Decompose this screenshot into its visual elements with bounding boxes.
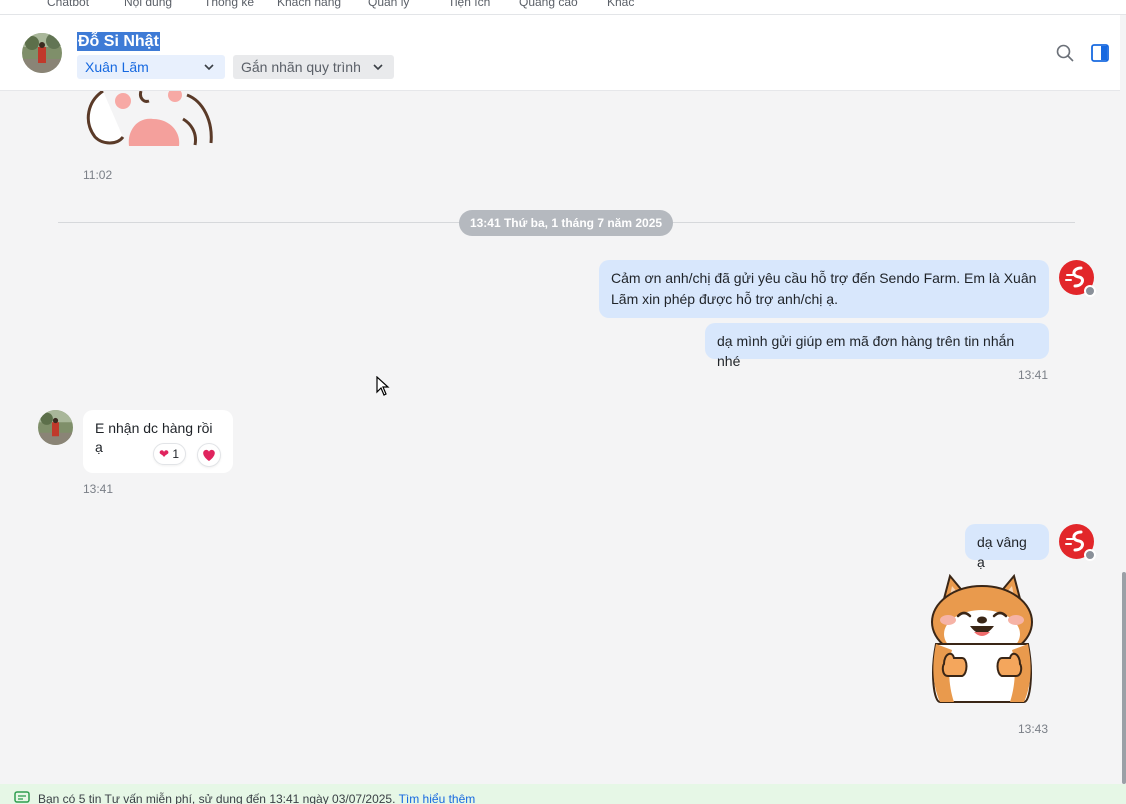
contact-avatar-small[interactable] [38,410,73,445]
reaction-count: 1 [172,447,180,461]
nav-item-chatbot[interactable]: Chatbot [47,0,89,9]
heart-icon: ❤ [159,447,170,461]
agent-mini-avatar [1084,285,1096,297]
date-separator: 13:41 Thứ ba, 1 tháng 7 năm 2025 [459,210,673,236]
shiba-dog-sticker[interactable] [926,574,1038,704]
tag-select-label: Gắn nhãn quy trình [241,59,361,75]
message-time: 13:43 [1018,722,1049,736]
process-tag-select[interactable]: Gắn nhãn quy trình [233,55,394,79]
add-reaction-button[interactable] [197,443,221,467]
outgoing-message[interactable]: dạ vâng ạ [965,524,1049,570]
assignee-select[interactable]: Xuân Lãm [77,55,225,79]
nav-item-manage[interactable]: Quản lý [368,0,409,9]
outgoing-message[interactable]: dạ mình gửi giúp em mã đơn hàng trên tin… [705,323,1049,369]
sendo-farm-avatar[interactable] [1059,524,1096,561]
message-icon [14,791,30,803]
cat-paw-sticker [86,91,213,146]
chevron-down-icon [373,64,383,71]
sendo-farm-avatar[interactable] [1059,260,1096,297]
nav-item-utilities[interactable]: Tiện ích [448,0,490,9]
mouse-cursor-icon [376,376,390,396]
chat-scrollbar[interactable] [1122,572,1126,784]
top-nav: Chatbot Nội dung Thống kê Khách hàng Quả… [0,0,1126,15]
chevron-down-icon [204,64,214,71]
agent-mini-avatar [1084,549,1096,561]
nav-item-content[interactable]: Nội dung [124,0,172,9]
nav-item-more[interactable]: Khác [607,0,634,9]
nav-item-stats[interactable]: Thống kê [204,0,254,9]
heart-icon [203,449,215,461]
conversation-header: Đỗ Si Nhật Xuân Lãm Gắn nhãn quy trình [0,15,1120,91]
side-panel-icon[interactable] [1090,43,1110,63]
nav-item-customers[interactable]: Khách hàng [277,0,341,9]
outgoing-message[interactable]: Cảm ơn anh/chị đã gửi yêu cầu hỗ trợ đến… [599,260,1049,318]
search-icon[interactable] [1055,43,1075,63]
contact-name[interactable]: Đỗ Si Nhật [77,32,160,51]
nav-item-ads[interactable]: Quảng cáo [519,0,578,9]
notice-text: Bạn có 5 tin Tư vấn miễn phí, sử dụng đế… [38,792,396,804]
message-time: 13:41 [1018,368,1049,382]
learn-more-link[interactable]: Tìm hiểu thêm [399,792,476,804]
message-time: 13:41 [83,482,114,496]
free-consult-notice: Bạn có 5 tin Tư vấn miễn phí, sử dụng đế… [0,784,1126,804]
assignee-label: Xuân Lãm [85,59,149,75]
contact-avatar[interactable] [22,33,62,73]
message-time: 11:02 [83,168,113,182]
heart-reaction-count[interactable]: ❤ 1 [153,443,187,465]
